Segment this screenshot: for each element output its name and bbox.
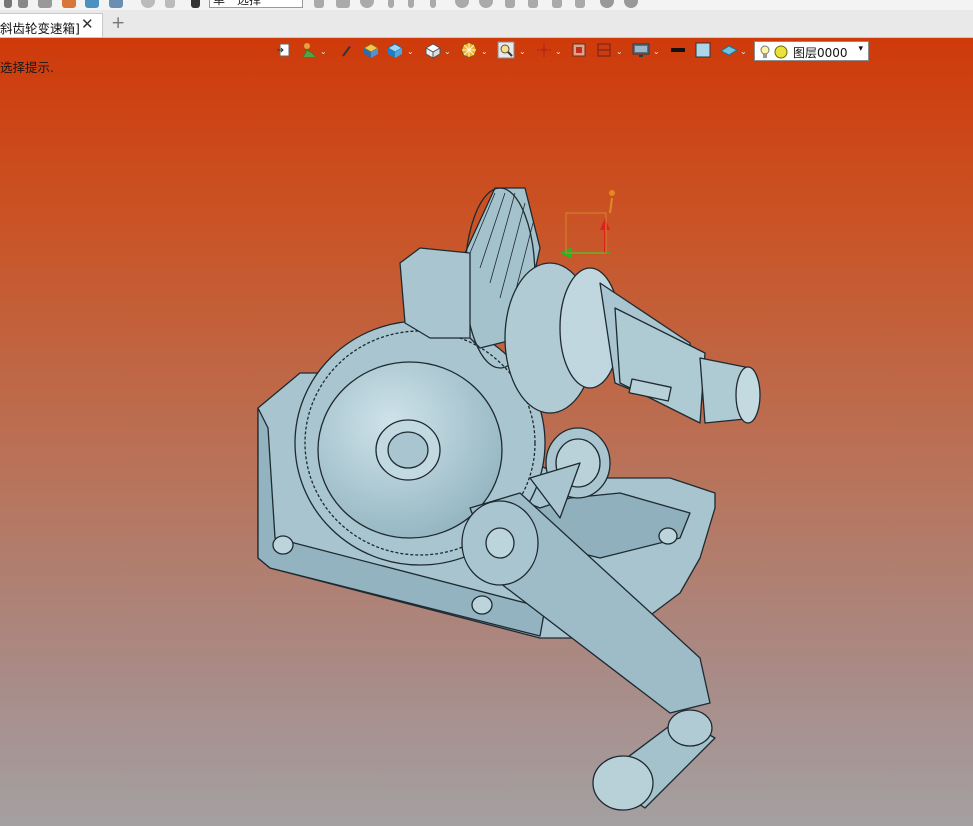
tool-icon[interactable]: [4, 0, 12, 8]
gearbox-model[interactable]: [0, 38, 973, 826]
close-icon[interactable]: ✕: [81, 15, 94, 33]
crank-handle: [592, 709, 716, 811]
gear-settings-2-icon[interactable]: [624, 0, 638, 8]
selection-filter-field[interactable]: 单一选择: [209, 0, 303, 8]
circle-tool-2-icon[interactable]: [455, 0, 469, 8]
measure-tool-icon[interactable]: [552, 0, 562, 8]
screw: [471, 595, 493, 615]
output-shaft: [504, 262, 761, 424]
image-icon[interactable]: [85, 0, 99, 8]
document-tab-label: 斜齿轮变速箱]: [0, 21, 80, 36]
print-icon[interactable]: [109, 0, 123, 8]
palette-icon[interactable]: [62, 0, 76, 8]
circle-snap-icon[interactable]: [360, 0, 374, 8]
gear-settings-icon[interactable]: [600, 0, 614, 8]
point-tool-icon[interactable]: [336, 0, 350, 8]
circle-tool-3-icon[interactable]: [479, 0, 493, 8]
list-icon[interactable]: [38, 0, 52, 8]
pointer-icon[interactable]: [18, 0, 28, 8]
spline-tool-icon[interactable]: [505, 0, 515, 8]
select-mode-icon[interactable]: [191, 0, 200, 8]
top-toolbar: 单一选择: [0, 0, 973, 10]
screw: [272, 535, 294, 555]
document-tab[interactable]: 斜齿轮变速箱] ✕: [0, 13, 103, 37]
line-tool-2-icon[interactable]: [408, 0, 414, 8]
angle-tool-icon[interactable]: [528, 0, 538, 8]
extend-tool-icon[interactable]: [575, 0, 585, 8]
left-bearing: [399, 247, 471, 339]
graphics-viewport[interactable]: 选择提示. ⌄ ⌄ ⌄ ⌄ ⌄ ⌄ ⌄ ⌄ ⌄ 图层0000 ▾: [0, 38, 973, 826]
screw: [658, 527, 678, 545]
line-tool-3-icon[interactable]: [430, 0, 436, 8]
transform-triad: [560, 190, 615, 259]
arrow-tool-icon[interactable]: [165, 0, 175, 8]
new-tab-icon[interactable]: +: [111, 13, 125, 33]
line-tool-icon[interactable]: [388, 0, 394, 8]
curve-tool-icon[interactable]: [314, 0, 324, 8]
circle-tool-icon[interactable]: [141, 0, 155, 8]
document-tab-bar: 斜齿轮变速箱] ✕ +: [0, 10, 973, 38]
